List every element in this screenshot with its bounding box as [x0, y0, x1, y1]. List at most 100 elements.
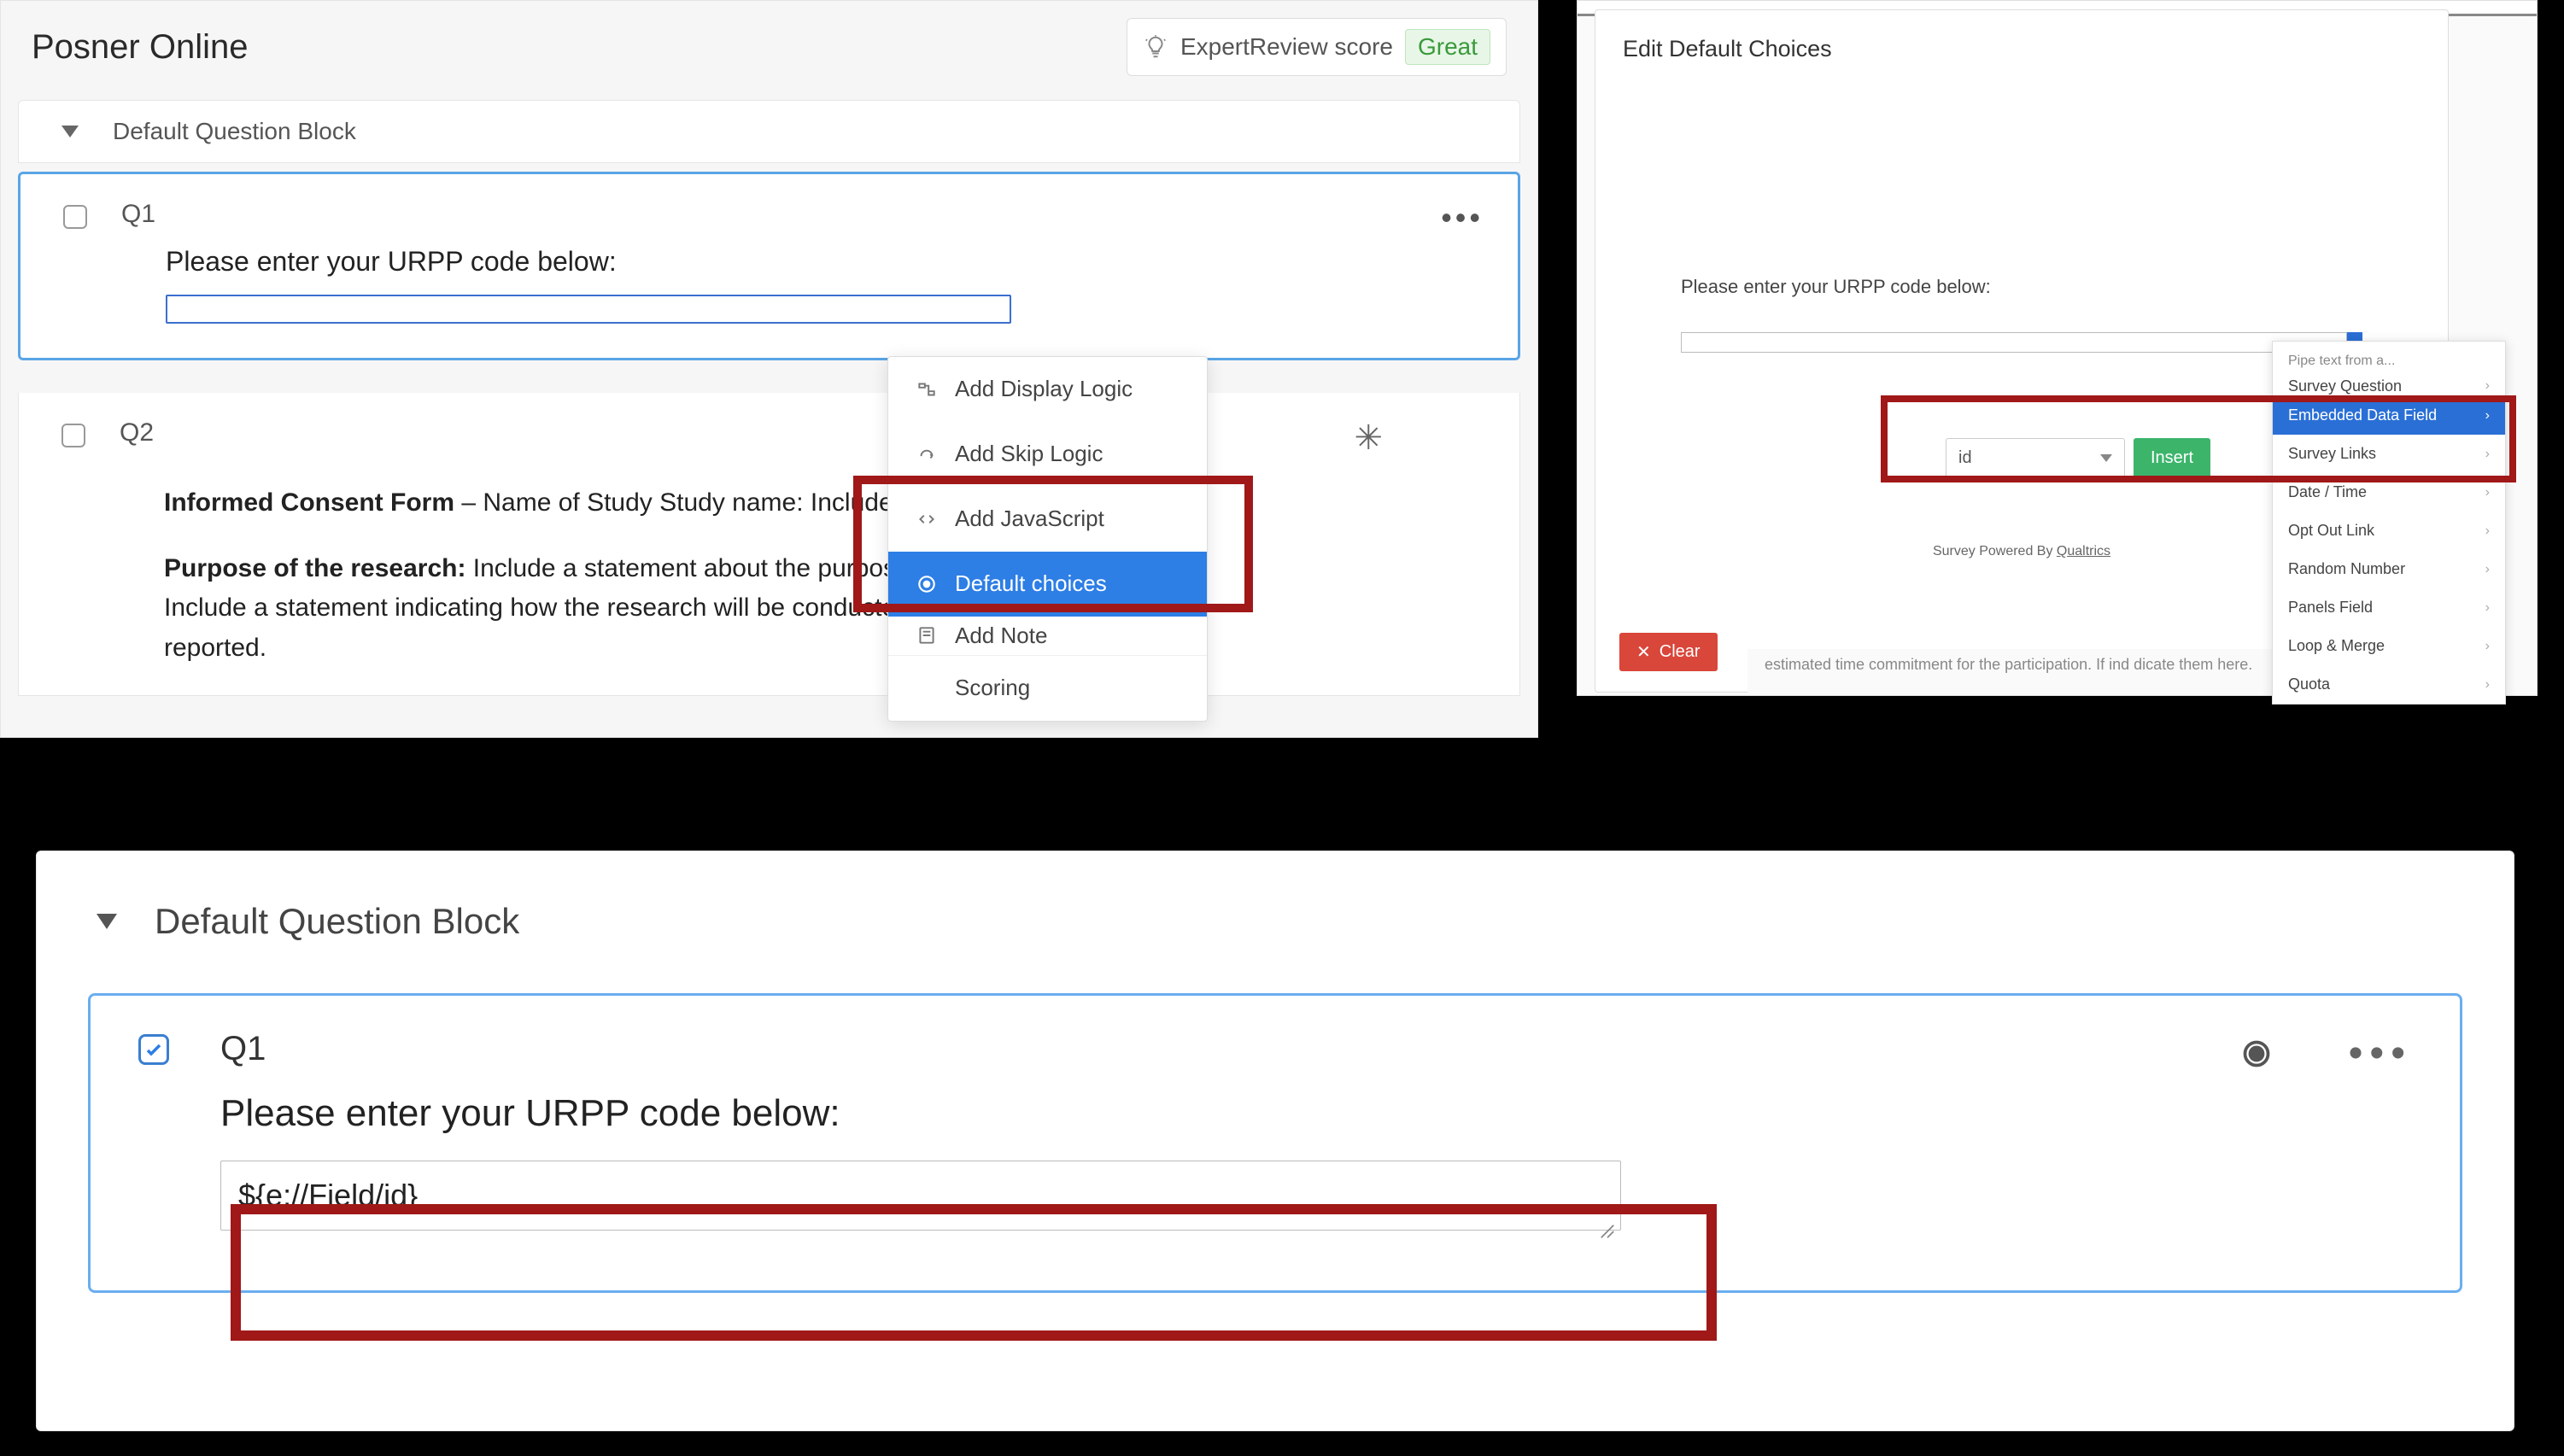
pipe-item-survey-question[interactable]: Survey Question › — [2273, 376, 2505, 396]
block-header[interactable]: Default Question Block — [18, 100, 1520, 163]
pipe-item-label: Quota — [2288, 675, 2330, 693]
question-id: Q1 — [121, 200, 155, 229]
radio-icon — [916, 573, 938, 595]
question-id: Q2 — [120, 418, 154, 447]
question-checkbox-checked[interactable] — [138, 1034, 169, 1065]
expert-review-badge[interactable]: ExpertReview score Great — [1127, 18, 1507, 76]
required-star-icon: ✳ — [1354, 418, 1383, 458]
text-entry-input[interactable]: ${e://Field/id} — [220, 1161, 1621, 1231]
menu-scoring[interactable]: Scoring — [888, 655, 1207, 721]
powered-brand[interactable]: Qualtrics — [2057, 544, 2110, 558]
question-id: Q1 — [220, 1030, 266, 1068]
x-icon: ✕ — [1636, 641, 1651, 663]
caret-down-icon — [97, 914, 117, 929]
consent-heading: Informed Consent Form — [164, 488, 454, 517]
powered-by-text: Survey Powered By Qualtrics — [1681, 544, 2362, 559]
lightbulb-icon — [1143, 34, 1168, 60]
question-checkbox[interactable] — [63, 205, 87, 229]
pipe-item-loop-merge[interactable]: Loop & Merge › — [2273, 627, 2505, 665]
menu-add-note[interactable]: Add Note — [888, 617, 1207, 655]
question-card-q2[interactable]: Q2 ✳ Informed Consent Form – Name of Stu… — [18, 393, 1520, 696]
question-card-q1[interactable]: Q1 ••• Please enter your URPP code below… — [18, 172, 1520, 360]
pipe-item-label: Panels Field — [2288, 599, 2373, 617]
resize-handle-icon[interactable] — [1600, 1211, 1615, 1226]
menu-item-label: Add Note — [955, 623, 1047, 649]
caret-down-icon — [61, 126, 79, 137]
chevron-right-icon: › — [2485, 639, 2490, 654]
pipe-item-label: Survey Links — [2288, 445, 2376, 463]
field-name-select[interactable]: id — [1946, 438, 2125, 477]
insert-button-label: Insert — [2151, 448, 2193, 467]
pipe-item-quota[interactable]: Quota › — [2273, 665, 2505, 704]
pipe-item-opt-out[interactable]: Opt Out Link › — [2273, 512, 2505, 550]
default-choice-indicator-icon[interactable] — [2241, 1038, 2272, 1069]
menu-default-choices[interactable]: Default choices — [888, 552, 1207, 617]
default-choice-input[interactable] — [1681, 332, 2347, 353]
menu-item-label: Scoring — [955, 675, 1030, 701]
powered-prefix: Survey Powered By — [1933, 544, 2057, 558]
question-actions-button[interactable]: ••• — [2349, 1030, 2412, 1077]
consent-line-1: – Name of Study Study name: Include — [454, 488, 893, 517]
survey-title: Posner Online — [32, 28, 248, 67]
display-logic-icon — [916, 378, 938, 401]
pipe-item-label: Opt Out Link — [2288, 522, 2374, 540]
chevron-right-icon: › — [2485, 523, 2490, 539]
insert-button[interactable]: Insert — [2134, 438, 2210, 478]
chevron-right-icon: › — [2485, 562, 2490, 577]
skip-logic-icon — [916, 443, 938, 465]
chevron-right-icon: › — [2485, 485, 2490, 500]
code-icon — [916, 508, 938, 530]
purpose-line-c: reported. — [164, 629, 1468, 669]
block-header[interactable]: Default Question Block — [37, 851, 2514, 976]
question-checkbox[interactable] — [61, 424, 85, 447]
question-context-menu: Add Display Logic Add Skip Logic Add Jav… — [887, 356, 1208, 722]
menu-item-label: Default choices — [955, 570, 1107, 597]
menu-add-skip-logic[interactable]: Add Skip Logic — [888, 422, 1207, 487]
text-entry-input[interactable] — [166, 295, 1011, 324]
block-name: Default Question Block — [113, 118, 356, 145]
pipe-item-label: Date / Time — [2288, 483, 2367, 501]
question-body[interactable]: Informed Consent Form – Name of Study St… — [19, 456, 1519, 668]
purpose-line-a: Include a statement about the purpos — [465, 554, 896, 582]
modal-title: Edit Default Choices — [1595, 10, 2448, 88]
purpose-line-b: Include a statement indicating how the r… — [164, 588, 1468, 629]
question-prompt[interactable]: Please enter your URPP code below: — [138, 1068, 2412, 1161]
purpose-heading: Purpose of the research: — [164, 554, 465, 582]
menu-add-javascript[interactable]: Add JavaScript — [888, 487, 1207, 552]
pipe-item-embedded-data[interactable]: Embedded Data Field › — [2273, 396, 2505, 435]
chevron-right-icon: › — [2485, 600, 2490, 616]
pipe-text-menu: Pipe text from a... Survey Question › Em… — [2272, 341, 2506, 705]
menu-item-label: Add Skip Logic — [955, 441, 1103, 467]
pipe-item-label: Embedded Data Field — [2288, 406, 2437, 424]
chevron-right-icon: › — [2485, 447, 2490, 462]
chevron-right-icon: › — [2485, 677, 2490, 693]
pipe-item-panels-field[interactable]: Panels Field › — [2273, 588, 2505, 627]
pipe-item-survey-links[interactable]: Survey Links › — [2273, 435, 2505, 473]
clear-button-label: Clear — [1660, 642, 1701, 662]
chevron-right-icon: › — [2485, 378, 2490, 394]
pipe-item-label: Random Number — [2288, 560, 2405, 578]
note-icon — [916, 624, 938, 646]
field-name-value: id — [1958, 448, 1972, 468]
question-actions-button[interactable]: ••• — [1441, 200, 1484, 236]
modal-prompt: Please enter your URPP code below: — [1681, 276, 2362, 298]
block-name: Default Question Block — [155, 901, 519, 942]
text-entry-value: ${e://Field/id} — [238, 1178, 418, 1213]
blank-icon — [916, 677, 938, 699]
question-card-q1[interactable]: Q1 ••• Please enter your URPP code below… — [88, 993, 2462, 1293]
expert-review-score: Great — [1405, 29, 1490, 65]
pipe-item-random-number[interactable]: Random Number › — [2273, 550, 2505, 588]
menu-item-label: Add JavaScript — [955, 506, 1104, 532]
pipe-item-date-time[interactable]: Date / Time › — [2273, 473, 2505, 512]
expert-review-label: ExpertReview score — [1180, 33, 1393, 61]
survey-editor-panel: Posner Online ExpertReview score Great D… — [0, 0, 1538, 738]
menu-item-label: Add Display Logic — [955, 376, 1133, 402]
pipe-item-label: Survey Question — [2288, 377, 2402, 395]
survey-header: Posner Online ExpertReview score Great — [1, 1, 1537, 100]
pipe-menu-header: Pipe text from a... — [2273, 342, 2505, 376]
menu-add-display-logic[interactable]: Add Display Logic — [888, 357, 1207, 422]
pipe-item-label: Loop & Merge — [2288, 637, 2385, 655]
chevron-right-icon: › — [2485, 408, 2490, 424]
question-prompt[interactable]: Please enter your URPP code below: — [20, 237, 1518, 295]
clear-button[interactable]: ✕ Clear — [1619, 633, 1718, 671]
